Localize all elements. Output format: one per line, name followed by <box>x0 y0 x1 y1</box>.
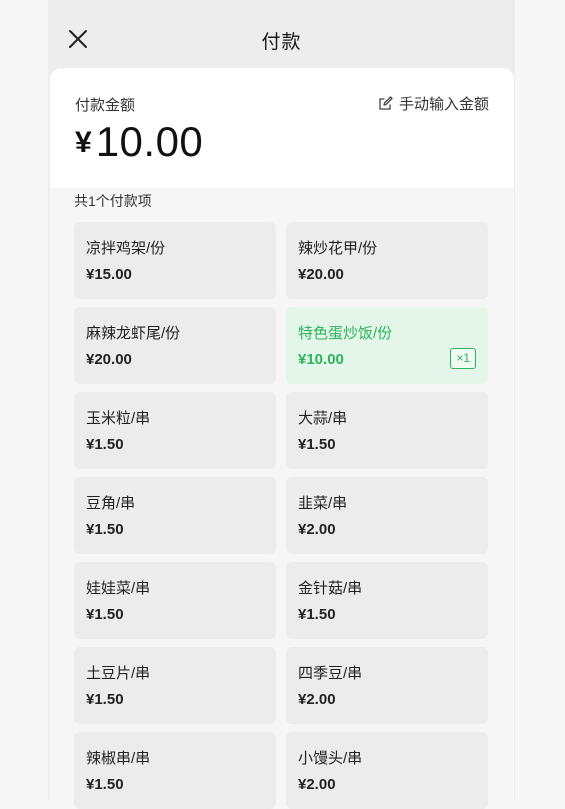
payment-item[interactable]: 豆角/串 ¥1.50 <box>74 477 276 554</box>
item-name: 辣炒花甲/份 <box>298 240 378 257</box>
item-name: 麻辣龙虾尾/份 <box>86 325 181 342</box>
item-count-label: 共1个付款项 <box>74 193 152 209</box>
payment-item[interactable]: 金针菇/串 ¥1.50 <box>286 562 488 639</box>
payment-item[interactable]: 小馒头/串 ¥2.00 <box>286 732 488 809</box>
item-name: 金针菇/串 <box>298 580 363 597</box>
payment-item[interactable]: 凉拌鸡架/份 ¥15.00 <box>74 222 276 299</box>
item-name: 特色蛋炒饭/份 <box>298 325 393 342</box>
item-name: 凉拌鸡架/份 <box>86 240 166 257</box>
manual-input-button[interactable]: 手动输入金额 <box>378 93 489 114</box>
amount-number: 10.00 <box>95 118 204 165</box>
item-price: ¥2.00 <box>298 776 336 793</box>
item-name: 四季豆/串 <box>298 665 363 682</box>
payment-item[interactable]: 麻辣龙虾尾/份 ¥20.00 <box>74 307 276 384</box>
item-price: ¥1.50 <box>86 691 124 708</box>
item-price: ¥1.50 <box>298 436 336 453</box>
currency-symbol: ¥ <box>75 126 92 159</box>
payment-item[interactable]: 娃娃菜/串 ¥1.50 <box>74 562 276 639</box>
item-price: ¥10.00 <box>298 351 344 368</box>
page-title: 付款 <box>261 32 302 53</box>
item-price: ¥1.50 <box>86 521 124 538</box>
payment-items-grid: 凉拌鸡架/份 ¥15.00 辣炒花甲/份 ¥20.00 麻辣龙虾尾/份 ¥20.00 特色蛋… <box>74 222 490 809</box>
payment-item[interactable]: 辣炒花甲/份 ¥20.00 <box>286 222 488 299</box>
item-name: 豆角/串 <box>86 495 136 512</box>
payment-sheet: 付款 付款金额 手动输入金额 ¥ 10.00 共1个付款项 凉拌鸡架/份 ¥15.… <box>48 0 515 809</box>
manual-input-label: 手动输入金额 <box>398 96 489 113</box>
payment-items-area: 共1个付款项 凉拌鸡架/份 ¥15.00 辣炒花甲/份 ¥20.00 麻辣龙虾尾/份 ¥2… <box>50 188 514 809</box>
item-price: ¥2.00 <box>298 521 336 538</box>
amount-label: 付款金额 <box>75 97 136 114</box>
payment-item[interactable]: 辣椒串/串 ¥1.50 <box>74 732 276 809</box>
payment-item[interactable]: 玉米粒/串 ¥1.50 <box>74 392 276 469</box>
item-name: 辣椒串/串 <box>86 750 151 767</box>
amount-card: 付款金额 手动输入金额 ¥ 10.00 <box>50 68 514 188</box>
item-price: ¥2.00 <box>298 691 336 708</box>
amount-value: ¥ 10.00 <box>75 118 203 166</box>
item-name: 小馒头/串 <box>298 750 363 767</box>
edit-icon <box>379 96 393 110</box>
quantity-badge: ×1 <box>450 348 476 369</box>
item-name: 土豆片/串 <box>86 665 151 682</box>
item-name: 玉米粒/串 <box>86 410 151 427</box>
item-price: ¥1.50 <box>298 606 336 623</box>
payment-item[interactable]: 韭菜/串 ¥2.00 <box>286 477 488 554</box>
item-price: ¥20.00 <box>86 351 132 368</box>
item-name: 韭菜/串 <box>298 495 348 512</box>
item-price: ¥1.50 <box>86 776 124 793</box>
item-name: 娃娃菜/串 <box>86 580 151 597</box>
payment-item[interactable]: 大蒜/串 ¥1.50 <box>286 392 488 469</box>
payment-item[interactable]: 四季豆/串 ¥2.00 <box>286 647 488 724</box>
payment-item[interactable]: 土豆片/串 ¥1.50 <box>74 647 276 724</box>
item-price: ¥20.00 <box>298 266 344 283</box>
item-price: ¥1.50 <box>86 436 124 453</box>
payment-item[interactable]: 特色蛋炒饭/份 ¥10.00 ×1 <box>286 307 488 384</box>
item-price: ¥1.50 <box>86 606 124 623</box>
item-name: 大蒜/串 <box>298 410 348 427</box>
item-price: ¥15.00 <box>86 266 132 283</box>
